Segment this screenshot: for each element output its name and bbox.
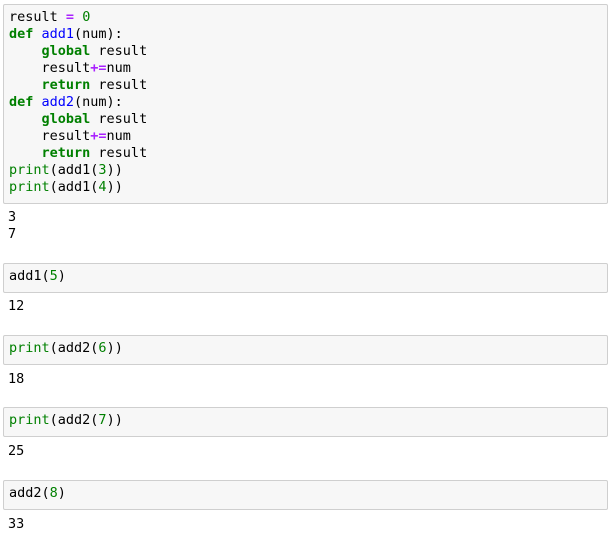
code-cell-3[interactable]: print(add2(6)) [3, 335, 608, 365]
output-cell-2: 12 [8, 298, 24, 315]
code-token: global [41, 111, 91, 127]
code-token: add2 [41, 94, 75, 110]
code-token: result [9, 128, 91, 144]
output-line: 18 [8, 371, 25, 387]
output-line: 25 [8, 443, 25, 459]
code-token: print [9, 412, 50, 428]
code-token: print [9, 340, 50, 356]
code-token: += [90, 60, 107, 76]
code-token: result [9, 9, 66, 25]
code-line: print(add1(3)) [9, 162, 607, 179]
output-cell-1: 37 [8, 209, 16, 243]
code-token: num [106, 60, 131, 76]
code-line: print(add2(6)) [9, 340, 607, 357]
code-token: add2( [9, 485, 50, 501]
code-token: (add2( [49, 340, 99, 356]
code-token: += [90, 128, 107, 144]
code-token: = [65, 9, 75, 25]
output-cell-5: 33 [8, 516, 24, 533]
code-token: )) [106, 340, 123, 356]
code-line: result+=num [9, 60, 607, 77]
code-token: (add1( [49, 162, 99, 178]
code-line: return result [9, 145, 607, 162]
code-token: (add2( [49, 412, 99, 428]
code-line: global result [9, 111, 607, 128]
code-token: result [9, 60, 91, 76]
code-token: def [9, 94, 34, 110]
code-token: (add1( [49, 179, 99, 195]
code-token: return [41, 145, 91, 161]
code-line: print(add2(7)) [9, 412, 607, 429]
code-token: print [9, 179, 50, 195]
output-line: 33 [8, 516, 25, 532]
code-token: 4 [98, 179, 107, 195]
code-token: num [106, 128, 131, 144]
code-token: add1 [41, 26, 75, 42]
code-token: 8 [49, 485, 58, 501]
code-line: global result [9, 43, 607, 60]
output-line: 12 [8, 298, 25, 314]
code-token: def [9, 26, 34, 42]
code-line: print(add1(4)) [9, 179, 607, 196]
code-token: result [90, 111, 148, 127]
code-cell-5[interactable]: add2(8) [3, 480, 608, 510]
output-cell-3: 18 [8, 371, 24, 388]
code-line: add2(8) [9, 485, 607, 502]
code-token: global [41, 43, 91, 59]
code-token: (num): [74, 94, 123, 110]
code-token: )) [106, 179, 123, 195]
output-line: 7 [8, 226, 17, 242]
code-token: )) [106, 162, 123, 178]
code-line: result = 0 [9, 9, 607, 26]
code-token: 6 [98, 340, 107, 356]
code-token: 0 [82, 9, 91, 25]
code-cell-1[interactable]: result = 0 def add1(num): global result r… [3, 4, 608, 204]
code-token: 3 [98, 162, 107, 178]
code-line: add1(5) [9, 268, 607, 285]
code-token: print [9, 162, 50, 178]
code-line: result+=num [9, 128, 607, 145]
output-cell-4: 25 [8, 443, 24, 460]
code-token: result [90, 77, 148, 93]
code-token: (num): [74, 26, 123, 42]
code-token: 5 [49, 268, 58, 284]
code-token: ) [57, 268, 66, 284]
code-token: )) [106, 412, 123, 428]
code-cell-4[interactable]: print(add2(7)) [3, 407, 608, 437]
code-token: 7 [98, 412, 107, 428]
code-cell-2[interactable]: add1(5) [3, 263, 608, 293]
code-line: def add2(num): [9, 94, 607, 111]
code-line: def add1(num): [9, 26, 607, 43]
code-token: result [90, 43, 148, 59]
code-token: return [41, 77, 91, 93]
code-token: ) [57, 485, 66, 501]
code-line: return result [9, 77, 607, 94]
output-line: 3 [8, 209, 17, 225]
code-token: add1( [9, 268, 50, 284]
code-token: result [90, 145, 148, 161]
